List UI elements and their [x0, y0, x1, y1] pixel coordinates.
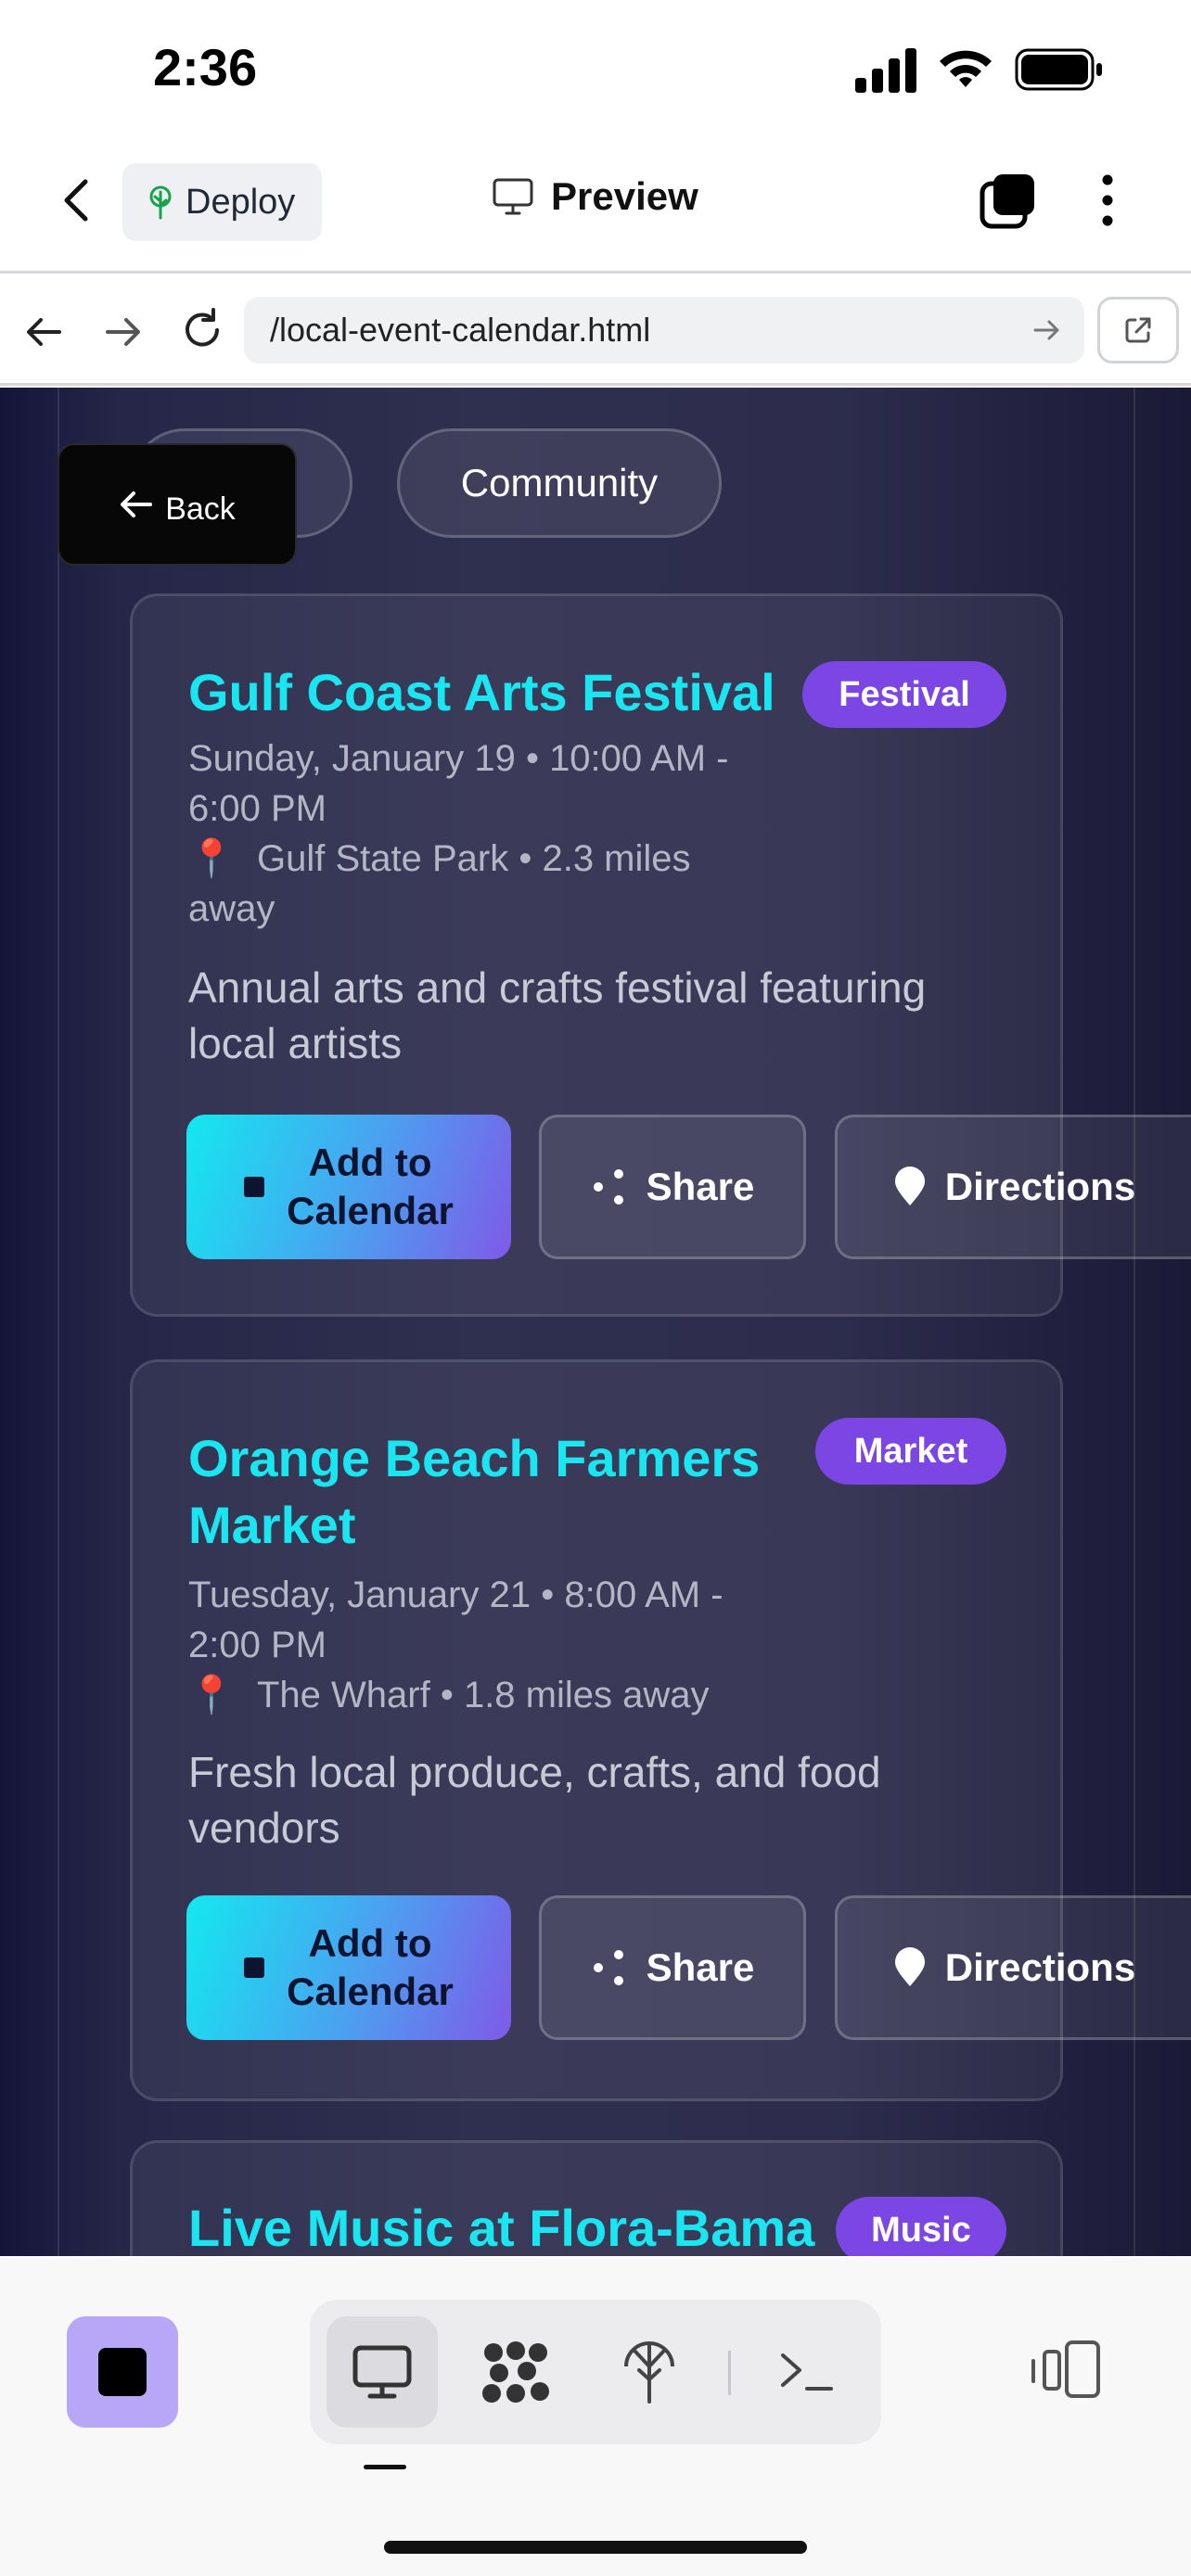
url-field[interactable]: /local-event-calendar.html: [244, 297, 1084, 363]
stop-icon: [98, 2348, 147, 2396]
pin-icon: 📍: [188, 838, 235, 879]
status-bar: 2:36: [0, 0, 1191, 139]
monitor-icon: [352, 2345, 412, 2399]
share-button[interactable]: Share: [539, 1895, 806, 2040]
deploy-tree-icon: [149, 185, 172, 220]
more-vertical-icon[interactable]: [1085, 171, 1130, 230]
arrow-left-icon[interactable]: [22, 310, 67, 354]
chevron-left-icon[interactable]: [54, 176, 102, 224]
pin-icon: 📍: [188, 1675, 235, 1715]
web-content: Community Gulf Coast Arts Festival Festi…: [0, 388, 1191, 2256]
share-button[interactable]: Share: [539, 1115, 806, 1259]
filter-community[interactable]: Community: [397, 428, 722, 538]
monitor-icon: [493, 178, 533, 215]
share-icon: [593, 1950, 623, 1985]
preview-view-button[interactable]: [327, 2316, 438, 2428]
active-tab-indicator: [364, 2465, 406, 2469]
stop-button[interactable]: [67, 2316, 178, 2428]
preview-title: Preview: [492, 174, 698, 219]
event-when: Sunday, January 19 • 10:00 AM - 6:00 PM: [188, 738, 729, 829]
calendar-icon: [244, 1177, 265, 1197]
event-badge: Festival: [802, 661, 1006, 728]
calendar-icon: [244, 1958, 265, 1978]
event-title[interactable]: Orange Beach Farmers Market: [188, 1425, 760, 1559]
arrow-right-icon[interactable]: [100, 310, 145, 354]
device-switch-icon[interactable]: [1030, 2337, 1104, 2404]
preview-label: Preview: [551, 174, 698, 218]
code-view-button[interactable]: [460, 2316, 571, 2428]
terminal-icon: [781, 2353, 833, 2391]
event-badge: Market: [815, 1418, 1006, 1485]
directions-button[interactable]: Directions: [835, 1895, 1191, 2040]
event-title[interactable]: Live Music at Flora-Bama: [188, 2195, 814, 2256]
event-description: Fresh local produce, crafts, and food ve…: [188, 1748, 881, 1852]
event-where: 📍 Gulf State Park • 2.3 miles: [188, 834, 691, 884]
deploy-view-button[interactable]: [594, 2316, 705, 2428]
event-where-cont: away: [188, 888, 275, 929]
add-to-calendar-button[interactable]: Add to Calendar: [186, 1895, 511, 2040]
tabs-icon[interactable]: [979, 171, 1038, 230]
go-arrow-icon[interactable]: [1030, 313, 1063, 347]
deploy-button[interactable]: Deploy: [122, 163, 322, 241]
arrow-left-icon: [121, 491, 153, 517]
wifi-icon: [940, 50, 992, 87]
event-description: Annual arts and crafts festival featurin…: [188, 963, 927, 1067]
event-where: 📍 The Wharf • 1.8 miles away: [188, 1670, 710, 1720]
directions-button[interactable]: Directions: [835, 1115, 1191, 1259]
location-icon: [894, 1947, 925, 1986]
event-title[interactable]: Gulf Coast Arts Festival: [188, 659, 775, 726]
share-icon: [593, 1169, 623, 1205]
home-indicator: [384, 2541, 807, 2554]
deploy-label: Deploy: [186, 182, 296, 222]
back-button[interactable]: Back: [58, 443, 297, 566]
location-icon: [894, 1167, 925, 1205]
cellular-signal-icon: [855, 48, 916, 93]
reload-icon[interactable]: [178, 306, 226, 354]
deploy-icon: [624, 2341, 674, 2404]
event-badge: Music: [836, 2197, 1006, 2256]
status-time: 2:36: [153, 38, 258, 96]
back-label: Back: [165, 491, 236, 527]
divider: [728, 2351, 731, 2395]
open-external-button[interactable]: [1097, 297, 1179, 363]
code-grid-icon: [482, 2341, 549, 2403]
external-link-icon: [1125, 317, 1151, 343]
add-to-calendar-button[interactable]: Add to Calendar: [186, 1115, 511, 1259]
battery-icon: [1015, 48, 1102, 91]
event-when: Tuesday, January 21 • 8:00 AM - 2:00 PM: [188, 1575, 724, 1665]
event-card: Live Music at Flora-Bama Music: [130, 2140, 1063, 2256]
console-view-button[interactable]: [751, 2316, 863, 2428]
